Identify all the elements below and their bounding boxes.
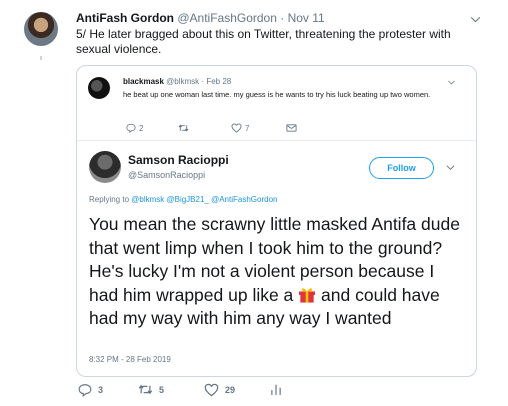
inner-chevron-down-icon[interactable] — [447, 78, 456, 87]
replying-to-handles[interactable]: @blkmsk @BigJB21_ @AntiFashGordon — [131, 195, 277, 204]
chevron-down-icon[interactable] — [469, 13, 482, 26]
retweet-count: 5 — [159, 384, 165, 395]
inner-reply-action[interactable]: 2 — [126, 123, 143, 133]
inner-reply-count: 2 — [139, 123, 144, 133]
analytics-icon — [271, 384, 281, 395]
inner-tweet-text: he beat up one woman last time. my guess… — [123, 90, 431, 99]
reply-count: 3 — [98, 385, 104, 395]
quoted-author-avatar[interactable] — [89, 151, 121, 183]
inner-author-handle[interactable]: @blkmsk — [166, 77, 199, 86]
tweet-header: AntiFash Gordon @AntiFashGordon · Nov 11 — [76, 11, 325, 25]
analytics-action[interactable] — [270, 383, 282, 396]
reply-icon — [78, 384, 92, 397]
retweet-icon — [178, 124, 189, 132]
header-separator: · — [280, 11, 285, 25]
inner-author-name[interactable]: blackmask — [123, 77, 164, 86]
gift-icon — [299, 287, 316, 303]
heart-icon — [231, 123, 242, 133]
inner-tweet-header: blackmask @blkmsk · Feb 28 — [123, 77, 231, 86]
quoted-timestamp[interactable]: 8:32 PM - 28 Feb 2019 — [89, 355, 171, 364]
like-count: 29 — [225, 385, 236, 395]
inner-retweet-action[interactable] — [178, 123, 192, 133]
thread-line — [40, 56, 42, 60]
inner-author-avatar[interactable] — [88, 77, 110, 99]
quoted-chevron-down-icon[interactable] — [445, 162, 456, 173]
inner-like-count: 7 — [245, 123, 250, 133]
author-name[interactable]: AntiFash Gordon — [76, 11, 174, 25]
inner-message-action[interactable] — [286, 123, 297, 133]
inner-like-action[interactable]: 7 — [231, 123, 249, 133]
inner-tweet-date[interactable]: Feb 28 — [206, 77, 231, 86]
reply-action[interactable]: 3 — [78, 383, 103, 397]
quote-divider — [77, 140, 476, 141]
author-avatar[interactable] — [24, 12, 58, 46]
envelope-icon — [286, 124, 297, 132]
replying-to: Replying to @blkmsk @BigJB21_ @AntiFashG… — [89, 195, 277, 204]
quoted-author-name[interactable]: Samson Racioppi — [128, 153, 229, 167]
like-action[interactable]: 29 — [204, 383, 235, 397]
replying-to-label: Replying to — [89, 195, 130, 204]
retweet-icon — [138, 384, 153, 395]
heart-icon — [204, 383, 219, 397]
author-handle[interactable]: @AntiFashGordon — [177, 11, 277, 25]
tweet-text: 5/ He later bragged about this on Twitte… — [76, 27, 451, 56]
inner-header-separator: · — [201, 77, 205, 86]
reply-icon — [126, 123, 136, 133]
quoted-tweet-text: You mean the scrawny little masked Antif… — [89, 213, 464, 331]
quoted-author-handle[interactable]: @SamsonRacioppi — [128, 170, 205, 180]
follow-button[interactable]: Follow — [369, 157, 434, 179]
tweet-date[interactable]: Nov 11 — [288, 11, 325, 25]
retweet-action[interactable]: 5 — [138, 383, 164, 396]
